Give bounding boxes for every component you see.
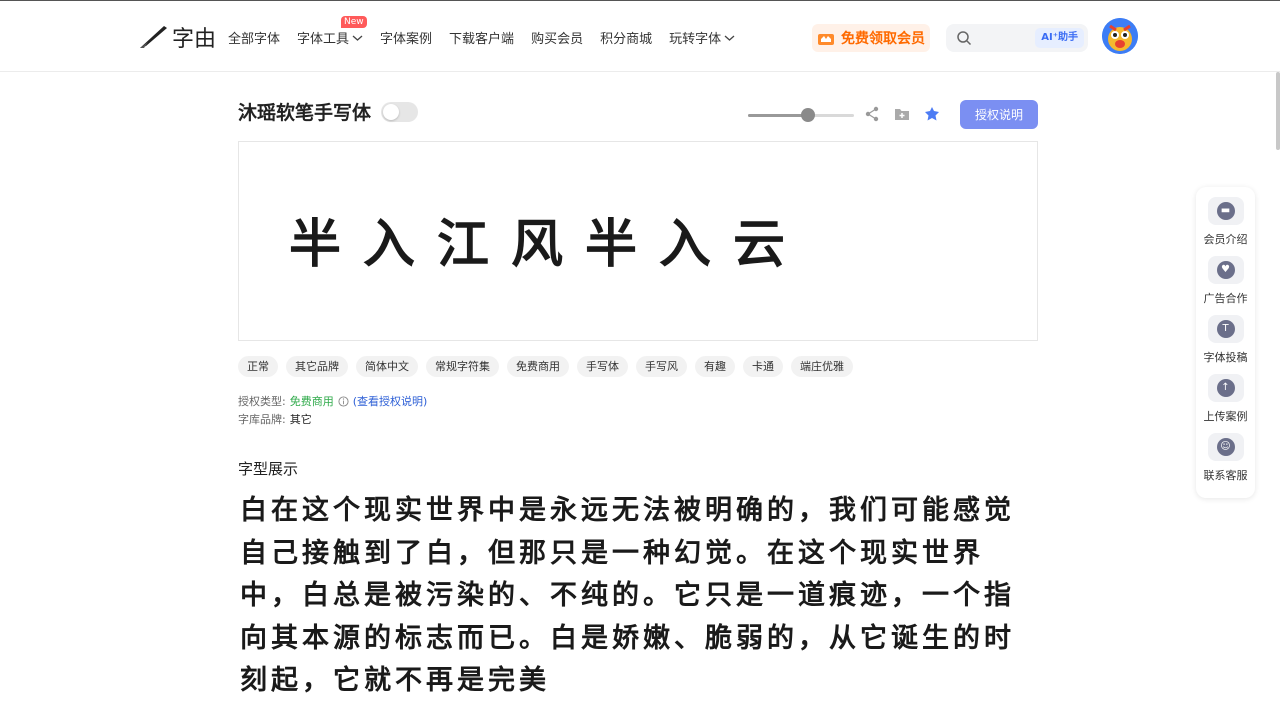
info-icon[interactable] (338, 395, 349, 407)
side-item[interactable]: ↑ 上传案例 (1196, 374, 1255, 424)
nav-item[interactable]: 字体工具 New (297, 16, 367, 47)
brush-logo-icon (140, 26, 167, 48)
font-size-slider[interactable] (748, 108, 854, 122)
search-icon (957, 31, 972, 46)
side-item-label: 上传案例 (1203, 410, 1248, 423)
main-nav: 全部字体 字体工具 New 字体案例 下载客户端 购买会员 积分商城 玩转字体 (228, 16, 752, 47)
side-icon-glyph: ☺ (1216, 438, 1235, 456)
font-title: 沐瑶软笔手写体 (238, 102, 372, 124)
slider-fill (748, 114, 809, 117)
font-title-row: 沐瑶软笔手写体 (238, 98, 419, 125)
search-box[interactable]: AI⁺助手 (946, 24, 1088, 52)
logo-text: 字由 (172, 27, 217, 52)
nav-item[interactable]: 玩转字体 (669, 28, 735, 47)
side-item[interactable]: ♥ 广告合作 (1196, 256, 1255, 306)
free-vip-button[interactable]: 免费领取会员 (812, 24, 930, 52)
side-icon-glyph: T (1216, 320, 1235, 338)
handshake-icon: ♥ (1207, 256, 1244, 284)
ai-assistant-button[interactable]: AI⁺助手 (1035, 28, 1084, 48)
font-brand-value: 其它 (289, 413, 312, 426)
side-item-label: 广告合作 (1203, 292, 1248, 305)
upload-icon: ↑ (1207, 374, 1244, 402)
nav-item[interactable]: 积分商城 (600, 28, 652, 47)
font-tag[interactable]: 免费商用 (507, 356, 569, 377)
new-badge: New (341, 16, 367, 28)
side-icon-glyph: ↑ (1216, 379, 1235, 397)
side-icon-glyph: ♥ (1216, 261, 1235, 279)
license-type-row: 授权类型: 免费商用 (查看授权说明) (238, 393, 427, 409)
nav-item-label: 玩转字体 (669, 32, 722, 47)
nav-item-label: 积分商城 (600, 32, 653, 47)
font-tag[interactable]: 常规字符集 (426, 356, 499, 377)
side-item[interactable]: ☺ 联系客服 (1196, 433, 1255, 483)
font-tag[interactable]: 手写风 (636, 356, 687, 377)
favorite-icon[interactable] (924, 106, 940, 122)
nav-item[interactable]: 购买会员 (531, 28, 583, 47)
side-item-label: 字体投稿 (1203, 351, 1248, 364)
license-type-value: 免费商用 (289, 395, 334, 408)
nav-item-label: 购买会员 (531, 32, 584, 47)
compare-toggle[interactable] (381, 101, 419, 122)
side-icon-glyph: ▬ (1216, 202, 1235, 220)
side-floating-panel: ▬ 会员介绍 ♥ 广告合作 T 字体投稿 ↑ 上传案例 ☺ 联系客服 (1196, 187, 1255, 498)
font-tag[interactable]: 手写体 (577, 356, 628, 377)
nav-item-label: 字体工具 (297, 32, 350, 47)
nav-item[interactable]: 字体案例 (380, 28, 432, 47)
side-item[interactable]: T 字体投稿 (1196, 315, 1255, 365)
chevron-down-icon (724, 35, 735, 41)
nav-item[interactable]: 全部字体 (228, 28, 280, 47)
font-tag[interactable]: 其它品牌 (286, 356, 348, 377)
specimen-section-title: 字型展示 (238, 460, 299, 478)
font-tags: 正常 其它品牌 简体中文 常规字符集 免费商用 手写体 手写风 有趣 卡通 端庄优雅 (238, 356, 853, 377)
preview-text: 半入江风半入云 (289, 215, 808, 275)
font-brand-label: 字库品牌: (238, 413, 286, 426)
share-icon[interactable] (864, 106, 880, 122)
side-item-label: 会员介绍 (1203, 233, 1248, 246)
logo[interactable]: 字由 (138, 21, 216, 53)
free-vip-label: 免费领取会员 (841, 31, 925, 47)
crown-icon (818, 34, 834, 45)
avatar-image-icon (1102, 18, 1138, 54)
slider-knob[interactable] (801, 108, 816, 122)
license-info-button[interactable]: 授权说明 (960, 100, 1038, 129)
font-tag[interactable]: 正常 (238, 356, 278, 377)
font-preview-box[interactable]: 半入江风半入云 (238, 141, 1038, 341)
page-scrollbar[interactable] (1276, 72, 1280, 150)
side-item[interactable]: ▬ 会员介绍 (1196, 197, 1255, 247)
nav-item[interactable]: 下载客户端 (449, 28, 514, 47)
add-to-folder-icon[interactable] (894, 106, 910, 122)
nav-item-label: 下载客户端 (449, 32, 515, 47)
specimen-text: 白在这个现实世界中是永远无法被明确的，我们可能感觉自己接触到了白，但那只是一种幻… (240, 495, 1015, 696)
font-tag[interactable]: 简体中文 (356, 356, 418, 377)
view-license-link[interactable]: (查看授权说明) (353, 393, 428, 409)
customer-service-icon: ☺ (1207, 433, 1244, 461)
chevron-down-icon (352, 35, 363, 41)
font-tag[interactable]: 端庄优雅 (791, 356, 853, 377)
font-tag[interactable]: 有趣 (695, 356, 735, 377)
submit-font-icon: T (1207, 315, 1244, 343)
top-navigation-bar: 字由 全部字体 字体工具 New 字体案例 下载客户端 购买会员 积分商城 玩转字体 免费领取… (0, 0, 1280, 72)
user-avatar[interactable] (1102, 18, 1138, 54)
nav-item-label: 字体案例 (380, 32, 433, 47)
font-tag[interactable]: 卡通 (743, 356, 783, 377)
license-type-label: 授权类型: (238, 395, 286, 408)
font-brand-row: 字库品牌: 其它 (238, 411, 312, 427)
vip-icon: ▬ (1207, 197, 1244, 225)
nav-item-label: 全部字体 (228, 32, 281, 47)
side-item-label: 联系客服 (1203, 469, 1248, 482)
